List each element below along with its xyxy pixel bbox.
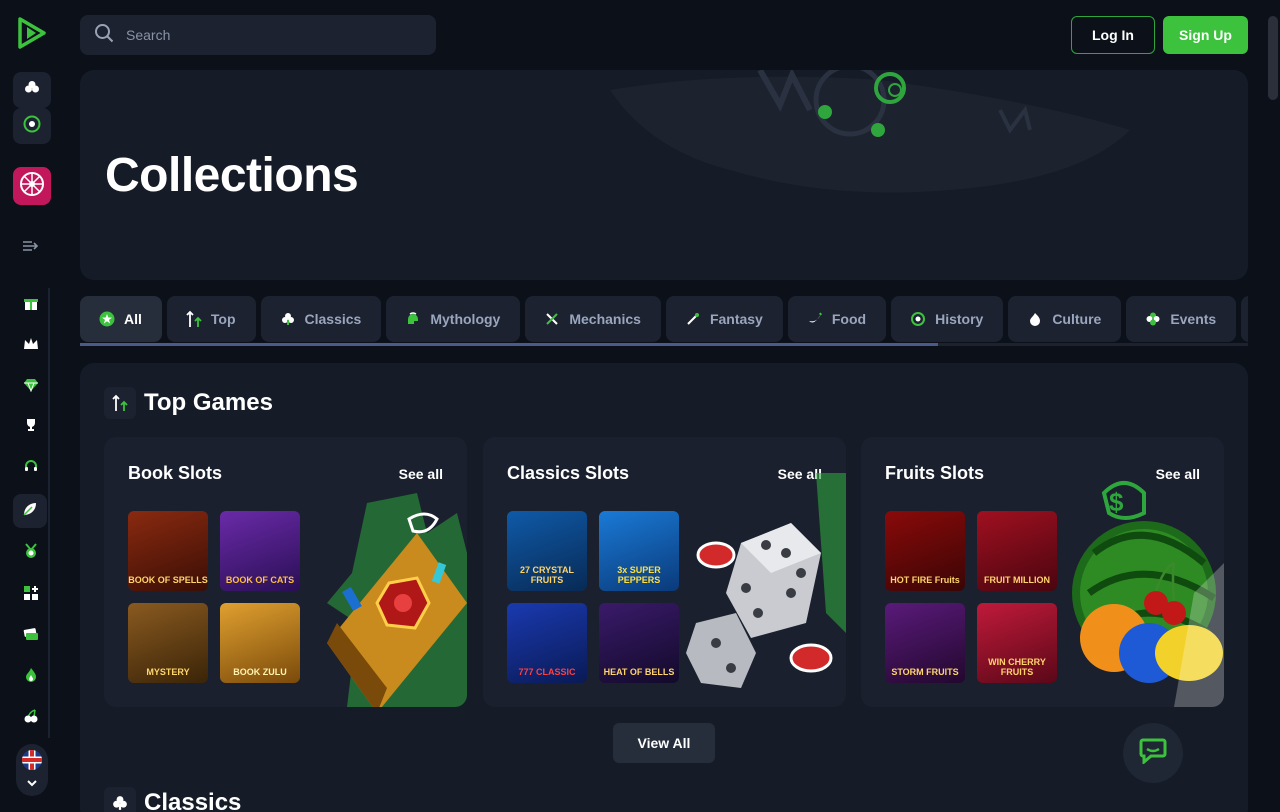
collection-card-classics[interactable]: Classics Slots See all 27 CRYSTAL FRUITS… xyxy=(483,437,846,707)
tab-mythology[interactable]: Mythology xyxy=(386,296,521,342)
game-thumbnail[interactable]: 777 CLASSIC xyxy=(507,603,587,683)
support-headset-icon[interactable] xyxy=(20,455,42,477)
sidebar xyxy=(0,0,64,812)
arrow-up-icon xyxy=(185,310,203,328)
section-title: Top Games xyxy=(144,389,273,416)
sidebar-divider xyxy=(48,288,50,738)
card-title: Classics Slots xyxy=(507,463,630,483)
tab-fantasy[interactable]: Fantasy xyxy=(665,296,783,342)
fortune-wheel-icon xyxy=(19,171,45,202)
game-thumbnail[interactable]: HEAT OF BELLS xyxy=(599,603,679,683)
helmet-icon xyxy=(404,310,422,328)
game-thumbnail[interactable]: BOOK OF CATS xyxy=(220,511,300,591)
game-thumbnail[interactable]: 3x SUPER PEPPERS xyxy=(599,511,679,591)
money-stack-icon[interactable] xyxy=(20,623,42,645)
card-title: Fruits Slots xyxy=(885,463,985,483)
login-button[interactable]: Log In xyxy=(1071,16,1155,54)
collection-card-fruits[interactable]: Fruits Slots See all HOT FIRE Fruits FRU… xyxy=(861,437,1224,707)
game-thumbnail[interactable]: WIN CHERRY FRUITS xyxy=(977,603,1057,683)
tab-label: Mechanics xyxy=(569,311,641,327)
tab-label: History xyxy=(935,311,984,327)
club-icon xyxy=(279,310,297,328)
tab-label: Fantasy xyxy=(709,311,763,327)
flame-icon[interactable] xyxy=(20,664,42,686)
search-input[interactable] xyxy=(126,27,406,43)
arrow-up-icon xyxy=(104,387,136,419)
flame-icon xyxy=(1026,310,1044,328)
category-tabs: All Top Classics Mythology Mechanics Fan… xyxy=(80,296,1248,342)
game-thumbnail[interactable]: FRUIT MILLION xyxy=(977,511,1057,591)
book-illustration xyxy=(327,493,467,707)
page-title: Collections xyxy=(105,149,359,202)
soccer-ball-icon xyxy=(23,115,41,138)
diamond-icon[interactable] xyxy=(20,374,42,396)
chat-bubble-icon xyxy=(1139,738,1167,769)
tab-label: Classics xyxy=(304,311,362,327)
section-title: Classics xyxy=(144,789,242,812)
game-thumbnail[interactable]: BOOK ZULU xyxy=(220,603,300,683)
chevron-down-icon xyxy=(27,774,37,792)
crown-icon[interactable] xyxy=(20,333,42,355)
leaf-icon xyxy=(22,501,38,522)
language-selector[interactable] xyxy=(16,744,48,796)
trophy-icon[interactable] xyxy=(20,414,42,436)
tab-top[interactable]: Top xyxy=(166,296,256,342)
sidebar-item-active[interactable] xyxy=(13,494,47,528)
search-bar[interactable] xyxy=(80,15,436,55)
top-games-section: Top Games Book Slots See all BOOK OF SPE… xyxy=(80,363,1248,812)
page-scrollbar[interactable] xyxy=(1268,16,1278,100)
tab-culture[interactable]: Culture xyxy=(1008,296,1122,342)
logo-icon[interactable] xyxy=(16,16,48,50)
hero-decoration xyxy=(610,70,1130,193)
svg-text:$: $ xyxy=(1109,487,1124,517)
clover-icon xyxy=(24,80,40,101)
hero-banner: Collections xyxy=(80,70,1248,280)
tab-label: Food xyxy=(831,311,867,327)
tab-label: All xyxy=(124,311,142,327)
game-thumbnail[interactable]: MYSTERY xyxy=(128,603,208,683)
game-thumbnail[interactable]: STORM FRUITS xyxy=(885,603,965,683)
uk-flag-icon xyxy=(22,750,42,770)
star-badge-icon xyxy=(98,310,116,328)
game-thumbnail[interactable]: BOOK OF SPELLS xyxy=(128,511,208,591)
gift-icon[interactable] xyxy=(20,292,42,314)
sidebar-sports-button[interactable] xyxy=(13,108,51,144)
game-thumbnail[interactable]: HOT FIRE Fruits xyxy=(885,511,965,591)
wand-icon xyxy=(684,310,702,328)
tab-mechanics[interactable]: Mechanics xyxy=(525,296,661,342)
tab-label: Top xyxy=(210,311,236,327)
live-chat-button[interactable] xyxy=(1123,723,1183,783)
collection-card-book[interactable]: Book Slots See all BOOK OF SPELLS BOOK O… xyxy=(104,437,467,707)
dice-illustration xyxy=(686,473,846,688)
tab-classics[interactable]: Classics xyxy=(260,296,382,342)
tabs-scroll-thumb[interactable] xyxy=(80,343,939,346)
tools-icon xyxy=(543,310,561,328)
club-icon xyxy=(104,787,136,812)
tabs-scroll-track[interactable] xyxy=(80,343,1248,346)
tab-label: Culture xyxy=(1052,311,1102,327)
clover-icon xyxy=(1144,310,1162,328)
medal-icon[interactable] xyxy=(20,540,42,562)
app-root: Log In Sign Up Collections All Top Class… xyxy=(0,0,1280,812)
tab-label: Mythology xyxy=(430,311,501,327)
sidebar-wheel-button[interactable] xyxy=(13,167,51,205)
tab-history[interactable]: History xyxy=(891,296,1004,342)
search-icon xyxy=(94,23,114,48)
tab-overflow[interactable] xyxy=(1241,296,1248,342)
coin-icon xyxy=(909,310,927,328)
tab-food[interactable]: Food xyxy=(787,296,887,342)
collapse-sidebar-icon[interactable] xyxy=(20,235,42,257)
grid-plus-icon[interactable] xyxy=(20,582,42,604)
tab-events[interactable]: Events xyxy=(1126,296,1237,342)
tab-all[interactable]: All xyxy=(80,296,162,342)
tab-label: Events xyxy=(1170,311,1217,327)
banana-icon xyxy=(806,310,824,328)
sidebar-casino-button[interactable] xyxy=(13,72,51,108)
fruits-illustration: $ xyxy=(1072,481,1224,707)
signup-button[interactable]: Sign Up xyxy=(1163,16,1248,54)
cherries-icon[interactable] xyxy=(20,705,42,727)
card-title: Book Slots xyxy=(128,463,223,483)
view-all-button[interactable]: View All xyxy=(613,723,715,763)
game-thumbnail[interactable]: 27 CRYSTAL FRUITS xyxy=(507,511,587,591)
